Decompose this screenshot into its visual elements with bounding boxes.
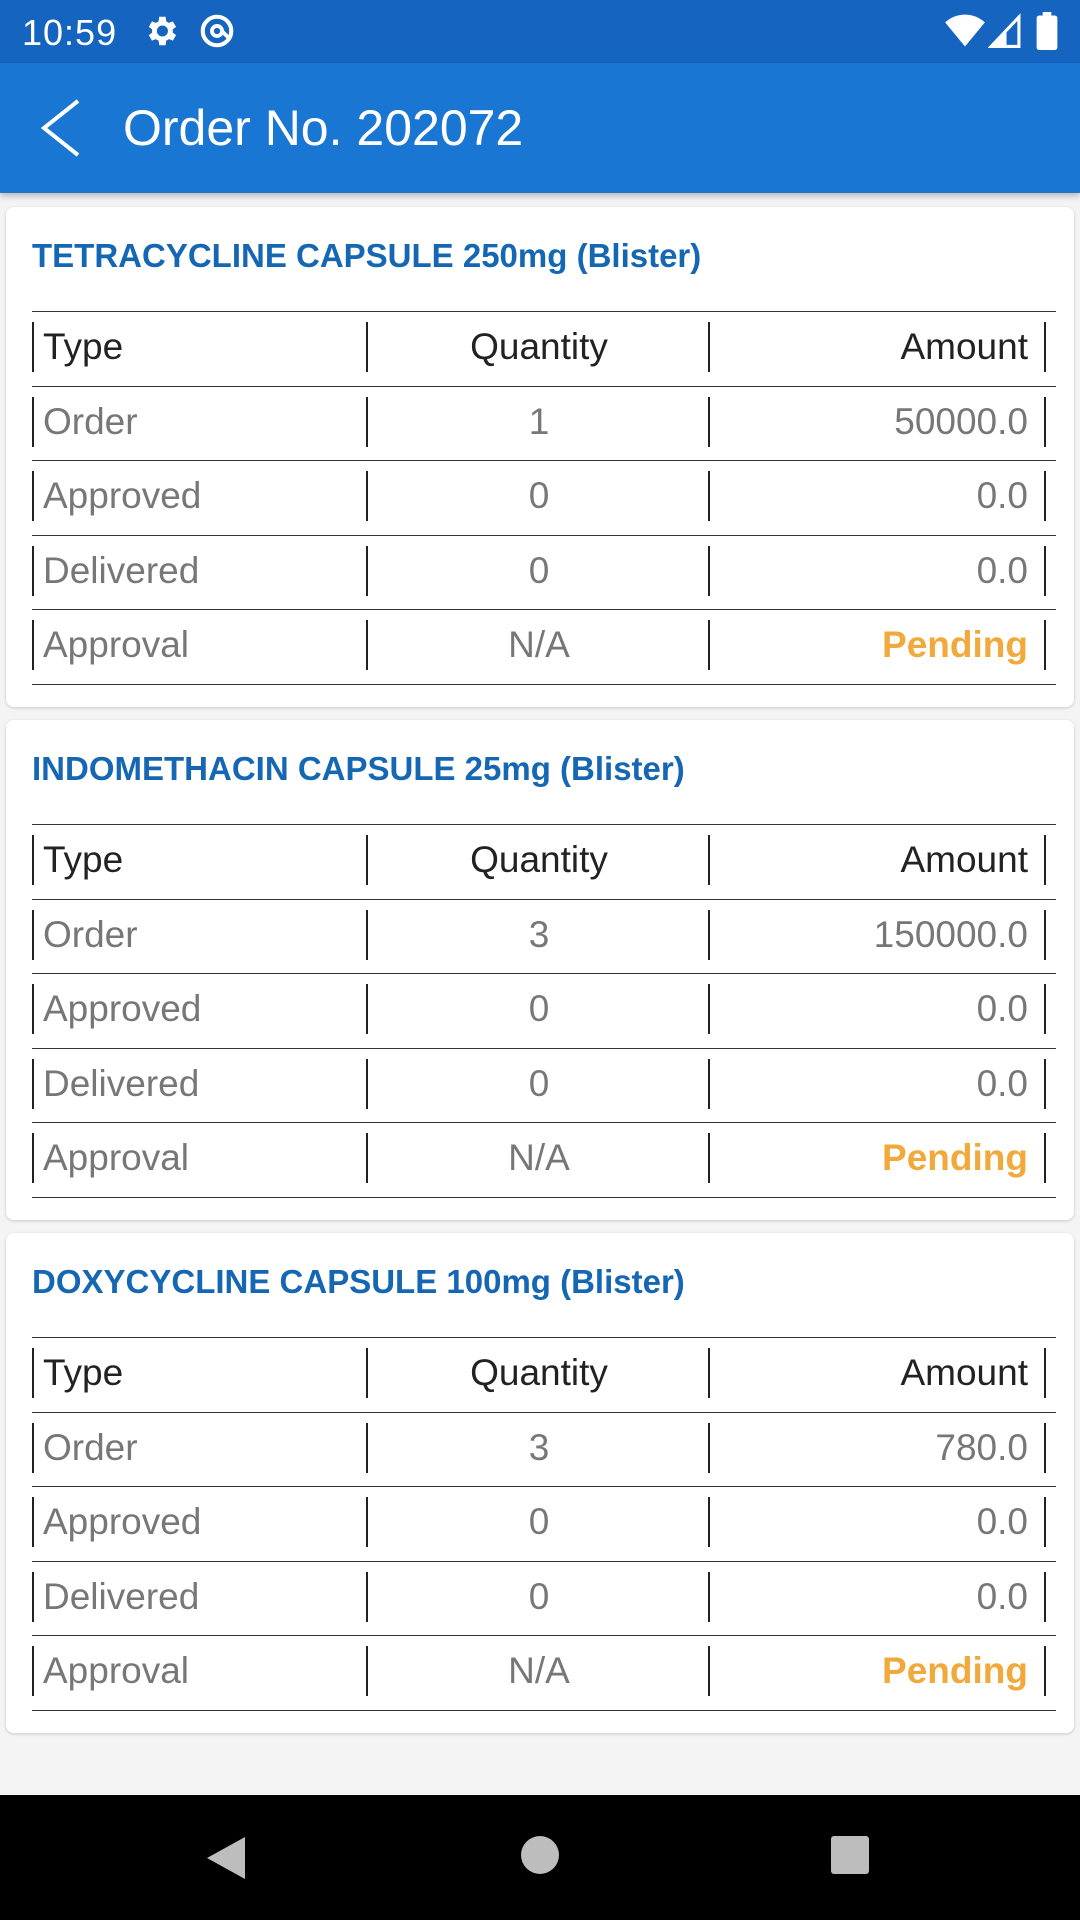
cell-amount: 150000.0 <box>708 909 1046 960</box>
header-type: Type <box>32 835 368 885</box>
table-row: Order 1 50000.0 <box>32 387 1056 461</box>
cell-quantity: 0 <box>528 1575 550 1617</box>
back-triangle-icon <box>207 1837 245 1879</box>
cell-type: Approved <box>32 471 368 521</box>
cell-type: Delivered <box>32 1571 368 1622</box>
product-title: INDOMETHACIN CAPSULE 25mg (Blister) <box>32 750 685 787</box>
header-type: Type <box>32 1348 368 1398</box>
cell-type: Approved <box>32 1497 368 1547</box>
table-row: Approved 0 0.0 <box>32 974 1056 1049</box>
detail-table: Type Quantity Amount Order 3 780.0 Approved 0 0.… <box>32 1337 1056 1711</box>
table-row: Approval N/A Pending <box>32 1636 1056 1711</box>
cell-quantity: 3 <box>528 1426 550 1468</box>
at-sign-icon <box>200 14 234 48</box>
table-row: Delivered 0 0.0 <box>32 536 1056 610</box>
product-card: INDOMETHACIN CAPSULE 25mg (Blister) Type Q… <box>6 720 1074 1220</box>
cell-type: Approved <box>32 984 368 1034</box>
cell-quantity: 3 <box>528 913 550 955</box>
wifi-icon <box>945 14 985 47</box>
cell-type: Order <box>32 909 368 960</box>
cell-type: Approval <box>32 620 368 670</box>
status-time: 10:59 <box>22 12 118 53</box>
cell-amount: 0.0 <box>708 1497 1046 1547</box>
cell-type: Delivered <box>32 545 368 596</box>
home-circle-icon <box>521 1836 559 1874</box>
cell-amount: 50000.0 <box>708 396 1046 447</box>
cell-amount: 0.0 <box>708 1571 1046 1622</box>
cell-amount: 0.0 <box>708 471 1046 521</box>
header-amount: Amount <box>708 835 1046 885</box>
nav-recents-button[interactable] <box>830 1835 870 1880</box>
gear-icon <box>148 16 177 46</box>
table-row: Approved 0 0.0 <box>32 461 1056 536</box>
cell-quantity: N/A <box>508 1137 570 1178</box>
table-row: Order 3 150000.0 <box>32 900 1056 974</box>
recents-square-icon <box>831 1836 869 1874</box>
status-bar: 10:59 <box>0 0 1080 63</box>
table-row: Approval N/A Pending <box>32 1123 1056 1198</box>
cell-amount: 0.0 <box>708 1058 1046 1109</box>
table-header-row: Type Quantity Amount <box>32 825 1056 900</box>
header-amount: Amount <box>708 1348 1046 1398</box>
cell-quantity: N/A <box>508 1650 570 1691</box>
page-title: Order No. 202072 <box>123 100 524 156</box>
header-type: Type <box>32 322 368 372</box>
table-header-row: Type Quantity Amount <box>32 1338 1056 1413</box>
status-pending: Pending <box>708 1133 1046 1183</box>
cell-quantity: N/A <box>508 624 570 665</box>
detail-table: Type Quantity Amount Order 1 50000.0 Approved 0… <box>32 311 1056 685</box>
cell-type: Approval <box>32 1133 368 1183</box>
header-quantity: Quantity <box>470 1352 608 1393</box>
app-bar: Order No. 202072 <box>0 63 1080 193</box>
header-amount: Amount <box>708 322 1046 372</box>
status-pending: Pending <box>708 620 1046 670</box>
table-header-row: Type Quantity Amount <box>32 312 1056 387</box>
product-card: DOXYCYCLINE CAPSULE 100mg (Blister) Type Q… <box>6 1233 1074 1733</box>
nav-back-button[interactable] <box>205 1835 247 1886</box>
table-row: Delivered 0 0.0 <box>32 1562 1056 1636</box>
order-content: TETRACYCLINE CAPSULE 250mg (Blister) Type… <box>0 195 1080 1795</box>
cell-quantity: 0 <box>528 549 550 591</box>
cell-quantity: 0 <box>528 1501 550 1542</box>
header-quantity: Quantity <box>470 839 608 880</box>
table-row: Delivered 0 0.0 <box>32 1049 1056 1123</box>
table-row: Approved 0 0.0 <box>32 1487 1056 1562</box>
cell-quantity: 1 <box>528 400 550 442</box>
cell-amount: 780.0 <box>708 1422 1046 1473</box>
cell-type: Delivered <box>32 1058 368 1109</box>
cell-quantity: 0 <box>528 475 550 516</box>
product-title: TETRACYCLINE CAPSULE 250mg (Blister) <box>32 237 702 274</box>
status-pending: Pending <box>708 1646 1046 1696</box>
back-button[interactable] <box>34 95 94 161</box>
product-card: TETRACYCLINE CAPSULE 250mg (Blister) Type… <box>6 207 1074 707</box>
cell-quantity: 0 <box>528 988 550 1029</box>
table-row: Approval N/A Pending <box>32 610 1056 685</box>
cell-type: Approval <box>32 1646 368 1696</box>
battery-icon <box>1036 12 1058 50</box>
cell-quantity: 0 <box>528 1062 550 1104</box>
system-nav-bar <box>0 1795 1080 1920</box>
signal-icon <box>988 13 1021 48</box>
cell-amount: 0.0 <box>708 545 1046 596</box>
cell-type: Order <box>32 396 368 447</box>
nav-home-button[interactable] <box>520 1835 560 1880</box>
cell-type: Order <box>32 1422 368 1473</box>
detail-table: Type Quantity Amount Order 3 150000.0 Approved… <box>32 824 1056 1198</box>
table-row: Order 3 780.0 <box>32 1413 1056 1487</box>
header-quantity: Quantity <box>470 326 608 367</box>
cell-amount: 0.0 <box>708 984 1046 1034</box>
product-title: DOXYCYCLINE CAPSULE 100mg (Blister) <box>32 1263 685 1300</box>
chevron-left-icon <box>40 99 80 157</box>
